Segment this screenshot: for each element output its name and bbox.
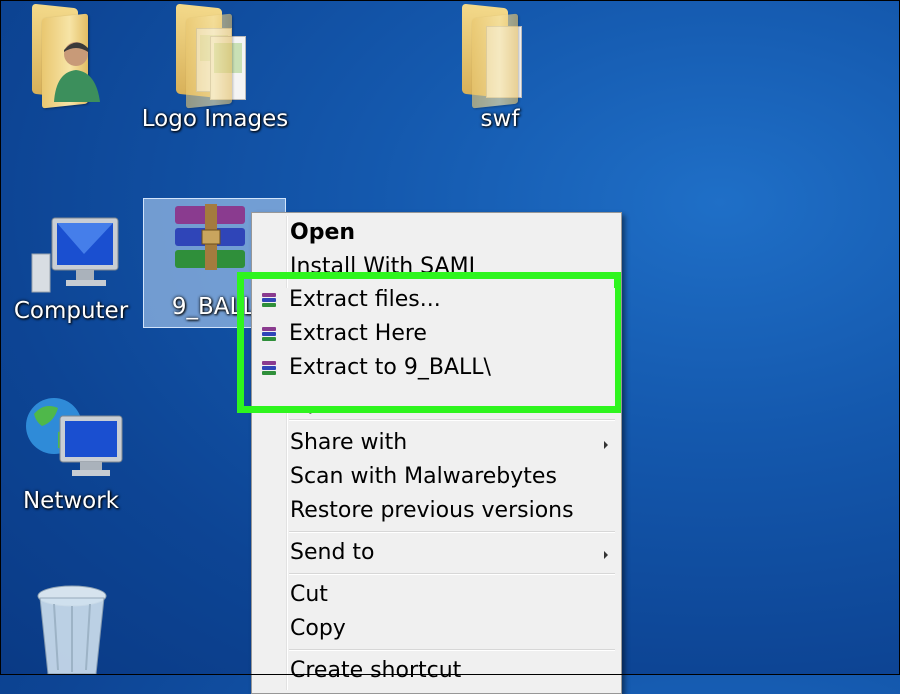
desktop-icon-computer[interactable]: Computer <box>10 212 132 332</box>
menu-item-extract-files[interactable]: Extract files... <box>254 284 615 318</box>
menu-item-share-with[interactable]: Share with <box>255 427 618 461</box>
chevron-right-icon <box>604 551 608 559</box>
menu-item-restore-previous-versions[interactable]: Restore previous versions <box>255 495 618 529</box>
menu-item-label: Open <box>290 220 356 245</box>
chevron-right-icon <box>604 441 608 449</box>
recycle-bin-icon <box>37 585 107 675</box>
winrar-icon <box>262 293 276 309</box>
menu-separator <box>289 419 615 421</box>
menu-item-extract-here[interactable]: Extract Here <box>254 318 615 352</box>
menu-item-scan-with-malwarebytes[interactable]: Scan with Malwarebytes <box>255 461 618 495</box>
menu-item-label: Create shortcut <box>290 658 462 683</box>
menu-item-open[interactable]: Open <box>255 217 618 251</box>
menu-item-label: Share with <box>290 430 408 455</box>
menu-item-cut[interactable]: Cut <box>255 579 618 613</box>
desktop-icon-label: swf <box>480 106 520 132</box>
menu-separator <box>289 531 615 533</box>
desktop-icon-user-folder[interactable] <box>28 3 118 109</box>
winrar-archive-icon <box>175 204 245 270</box>
menu-separator <box>289 649 615 651</box>
menu-item-label: Send to <box>290 540 375 565</box>
menu-item-send-to[interactable]: Send to <box>255 537 618 571</box>
menu-item-label: Scan with Malwarebytes <box>290 464 557 489</box>
desktop-icon-recycle-bin[interactable] <box>22 582 122 675</box>
menu-item-label: Extract Here <box>289 321 427 346</box>
winrar-icon <box>262 361 276 377</box>
menu-item-extract-to-9-ball[interactable]: Extract to 9_BALL\ <box>254 352 615 386</box>
menu-item-label: Restore previous versions <box>290 498 574 523</box>
desktop-icon-swf[interactable]: swf <box>440 3 560 136</box>
highlighted-menu-section: Extract files... Extract Here Extract to… <box>254 287 615 406</box>
winrar-icon <box>262 327 276 343</box>
desktop-icon-label: Logo Images <box>141 106 289 132</box>
desktop-icon-label: Network <box>22 488 120 514</box>
desktop-icon-label: Computer <box>13 298 129 324</box>
menu-separator <box>289 573 615 575</box>
menu-item-label: Cut <box>290 582 328 607</box>
computer-icon <box>31 217 119 293</box>
menu-item-create-shortcut[interactable]: Create shortcut <box>255 655 618 689</box>
desktop-icon-network[interactable]: Network <box>10 392 132 514</box>
menu-item-copy[interactable]: Copy <box>255 613 618 647</box>
menu-item-label: Extract files... <box>289 287 441 312</box>
desktop-icon-logo-images[interactable]: Logo Images <box>140 3 290 136</box>
menu-item-label: Copy <box>290 616 346 641</box>
menu-item-label: Extract to 9_BALL\ <box>289 355 491 380</box>
network-icon <box>26 398 123 476</box>
